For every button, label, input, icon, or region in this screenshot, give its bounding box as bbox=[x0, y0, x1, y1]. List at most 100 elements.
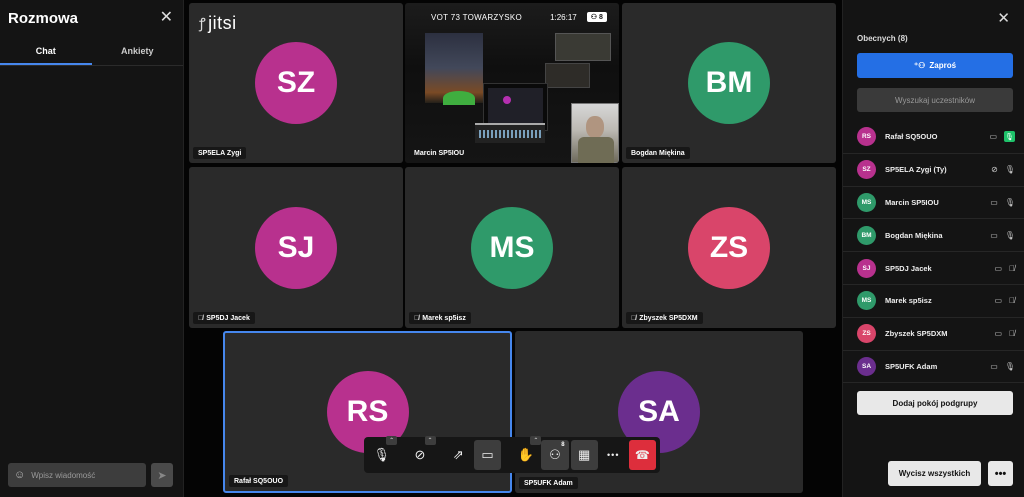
chat-button[interactable]: ▭ bbox=[473, 440, 502, 470]
participant-name-tag: 🎙̸ Marek sp5isz bbox=[409, 312, 471, 324]
microphone-icon: 🎙 bbox=[373, 447, 390, 462]
microphone-icon: 🎙 bbox=[1004, 197, 1015, 207]
avatar: SZ bbox=[857, 160, 876, 180]
camera-button[interactable]: ⊘ ⌃ bbox=[406, 436, 436, 470]
microphone-active-icon: 🎙 bbox=[1004, 131, 1015, 143]
participants-button[interactable]: ⚇ 8 bbox=[541, 440, 569, 470]
add-breakout-room-button[interactable]: Dodaj pokój podgrupy bbox=[857, 391, 1013, 415]
send-icon: ➤ bbox=[157, 469, 167, 482]
send-button[interactable]: ➤ bbox=[151, 463, 173, 487]
more-options-button[interactable]: ••• bbox=[988, 461, 1013, 486]
participant-search-input[interactable]: Wyszukaj uczestników bbox=[857, 88, 1013, 112]
list-item[interactable]: BM Bogdan Miękina ▭ 🎙 bbox=[843, 219, 1024, 253]
avatar: MS bbox=[857, 291, 876, 311]
participant-name: Bogdan Miękina bbox=[885, 230, 943, 240]
list-item[interactable]: SZ SP5ELA Zygi (Ty) ⊘ 🎙 bbox=[843, 154, 1024, 187]
list-item[interactable]: SA SP5UFK Adam ▭ 🎙 bbox=[843, 351, 1024, 384]
participants-count-badge: 8 bbox=[561, 442, 565, 448]
participants-small-icon: ⚇ bbox=[590, 14, 599, 21]
chat-message-input[interactable]: ☺ Wpisz wiadomość bbox=[8, 463, 146, 487]
list-item[interactable]: MS Marek sp5isz ▭ 🎙̸ bbox=[843, 285, 1024, 318]
mic-muted-icon: 🎙̸ bbox=[414, 314, 420, 322]
avatar: RS bbox=[857, 127, 876, 147]
chevron-up-icon[interactable]: ⌃ bbox=[530, 436, 542, 445]
chat-input-row: ☺ Wpisz wiadomość ➤ bbox=[8, 463, 173, 487]
hangup-icon: ☎ bbox=[634, 448, 650, 462]
chat-input-placeholder: Wpisz wiadomość bbox=[31, 470, 96, 480]
chat-title: Rozmowa bbox=[8, 9, 79, 27]
participants-icon: ⚇ bbox=[549, 447, 561, 462]
participant-count-badge[interactable]: ⚇ 8 bbox=[586, 12, 607, 22]
close-icon[interactable]: ✕ bbox=[997, 9, 1010, 27]
camera-video bbox=[405, 3, 619, 163]
more-actions-button[interactable]: ••• bbox=[600, 440, 627, 470]
avatar: MS bbox=[857, 192, 876, 212]
participant-name: SP5DJ Jacek bbox=[885, 263, 932, 273]
list-item[interactable]: SJ SP5DJ Jacek ▭ 🎙̸ bbox=[843, 252, 1024, 285]
camera-icon: ▭ bbox=[994, 263, 1002, 273]
meeting-subject: VOT 73 TOWARZYSKO bbox=[431, 12, 523, 22]
camera-icon: ▭ bbox=[994, 296, 1002, 306]
participants-title: Obecnych (8) bbox=[857, 34, 908, 43]
video-tile-zs[interactable]: ZS 🎙̸ Zbyszek SP5DXM bbox=[622, 167, 836, 328]
raise-hand-icon: ✋ bbox=[517, 447, 534, 462]
raise-hand-button[interactable]: ✋ ⌃ bbox=[512, 436, 542, 470]
camera-icon: ▭ bbox=[989, 132, 997, 142]
avatar: MS bbox=[471, 206, 553, 289]
jitsi-meeting-app: Rozmowa ✕ Chat Ankiety ☺ Wpisz wiadomość… bbox=[0, 0, 1024, 497]
video-tile-sj[interactable]: SJ 🎙̸ SP5DJ Jacek bbox=[189, 167, 403, 328]
camera-icon: ▭ bbox=[990, 197, 998, 207]
screen-share-icon: ⇗ bbox=[452, 447, 464, 462]
participant-name-tag: SP5UFK Adam bbox=[519, 477, 578, 489]
participant-name: Marcin SP5IOU bbox=[885, 197, 939, 207]
chevron-up-icon[interactable]: ⌃ bbox=[386, 436, 398, 445]
mute-all-button[interactable]: Wycisz wszystkich bbox=[888, 461, 981, 486]
jitsi-logo-icon: ꝭ bbox=[199, 15, 207, 31]
chat-panel: Rozmowa ✕ Chat Ankiety ☺ Wpisz wiadomość… bbox=[0, 0, 184, 497]
close-icon[interactable]: ✕ bbox=[160, 10, 173, 26]
video-tile-bm[interactable]: BM Bogdan Miękina bbox=[622, 3, 836, 163]
participant-name-tag: 🎙̸ Zbyszek SP5DXM bbox=[626, 312, 703, 324]
participant-list: RS Rafał SQ5OUO ▭ 🎙 SZ SP5ELA Zygi (Ty) ⊘… bbox=[843, 121, 1024, 384]
mic-muted-icon: 🎙̸ bbox=[1009, 263, 1015, 273]
tab-polls[interactable]: Ankiety bbox=[92, 36, 184, 65]
list-item[interactable]: MS Marcin SP5IOU ▭ 🎙 bbox=[843, 187, 1024, 220]
chevron-up-icon[interactable]: ⌃ bbox=[424, 436, 436, 445]
camera-icon: ▭ bbox=[994, 329, 1002, 339]
participants-panel: ✕ Obecnych (8) ⁺⚇ Zaproś Wyszukaj uczest… bbox=[842, 0, 1024, 497]
video-tile-marcin[interactable]: Marcin SP5IOU bbox=[405, 3, 619, 163]
hangup-button[interactable]: ☎ bbox=[628, 440, 656, 470]
participant-name-tag: 🎙̸ SP5DJ Jacek bbox=[193, 312, 255, 324]
more-icon: ••• bbox=[994, 467, 1007, 480]
microphone-icon: 🎙 bbox=[1004, 165, 1015, 175]
tile-view-button[interactable]: ▦ bbox=[570, 440, 598, 470]
list-item[interactable]: RS Rafał SQ5OUO ▭ 🎙 bbox=[843, 121, 1024, 154]
list-item[interactable]: ZS Zbyszek SP5DXM ▭ 🎙̸ bbox=[843, 318, 1024, 351]
mic-muted-icon: 🎙̸ bbox=[631, 314, 637, 322]
more-icon: ••• bbox=[607, 450, 620, 460]
camera-icon: ▭ bbox=[990, 230, 998, 240]
mic-muted-icon: 🎙̸ bbox=[1009, 329, 1015, 339]
participant-name-tag: Rafał SQ5OUO bbox=[229, 475, 289, 487]
microphone-icon: 🎙 bbox=[1004, 361, 1015, 371]
avatar: BM bbox=[688, 42, 770, 124]
video-tile-sz[interactable]: ꝭ jitsi SZ SP5ELA Zygi bbox=[189, 3, 403, 163]
participant-name: Marek sp5isz bbox=[885, 296, 932, 306]
chat-icon: ▭ bbox=[481, 447, 494, 462]
mic-muted-icon: 🎙̸ bbox=[198, 314, 204, 322]
screen-share-button[interactable]: ⇗ bbox=[445, 440, 472, 470]
camera-off-icon: ⊘ bbox=[414, 447, 426, 462]
avatar: SJ bbox=[857, 258, 876, 278]
meeting-timer: 1:26:17 bbox=[550, 12, 577, 22]
microphone-button[interactable]: 🎙 ⌃ bbox=[368, 436, 398, 470]
self-view-pip bbox=[571, 103, 619, 163]
chat-header: Rozmowa ✕ bbox=[0, 0, 183, 36]
invite-button[interactable]: ⁺⚇ Zaproś bbox=[857, 53, 1013, 78]
video-tile-ms[interactable]: MS 🎙̸ Marek sp5isz bbox=[405, 167, 619, 328]
participant-name: SP5UFK Adam bbox=[885, 361, 938, 371]
emoji-icon[interactable]: ☺ bbox=[14, 469, 25, 481]
avatar: ZS bbox=[857, 324, 876, 344]
add-user-icon: ⁺⚇ bbox=[913, 61, 926, 70]
tab-chat[interactable]: Chat bbox=[0, 36, 92, 65]
participant-name: SP5ELA Zygi (Ty) bbox=[885, 165, 947, 175]
